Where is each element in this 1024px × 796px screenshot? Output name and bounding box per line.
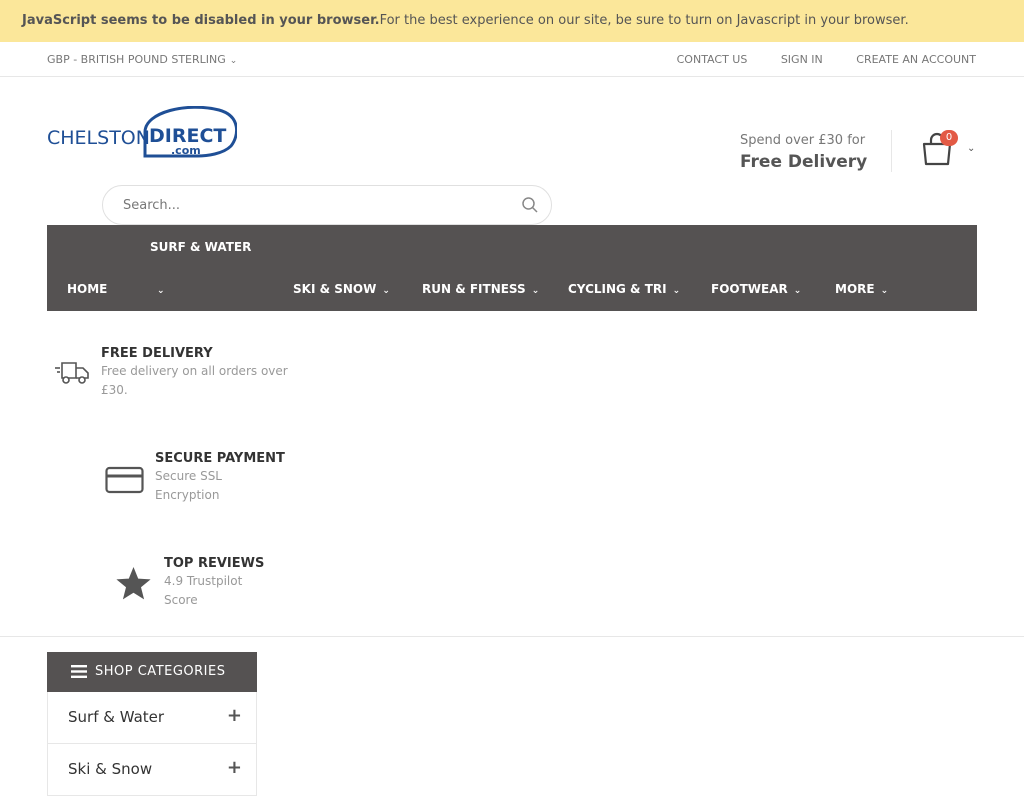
chevron-down-icon: ⌄ xyxy=(382,286,390,296)
top-bar: GBP - BRITISH POUND STERLING ⌄ CONTACT US… xyxy=(0,42,1024,77)
account-links: CONTACT US SIGN IN CREATE AN ACCOUNT xyxy=(647,53,976,66)
notice-text: For the best experience on our site, be … xyxy=(379,13,909,28)
star-icon xyxy=(116,567,151,600)
main-navigation: SURF & WATER HOME ⌄ SKI & SNOW ⌄ RUN & FI… xyxy=(47,225,977,311)
chevron-down-icon: ⌄ xyxy=(229,56,238,66)
chevron-down-icon[interactable]: ⌄ xyxy=(967,143,975,154)
chevron-down-icon: ⌄ xyxy=(880,286,889,296)
feature-description: Encryption xyxy=(155,488,220,502)
feature-free-delivery: FREE DELIVERY Free delivery on all order… xyxy=(101,346,291,400)
nav-item-footwear[interactable]: FOOTWEAR ⌄ xyxy=(711,282,801,296)
nav-item-more[interactable]: MORE ⌄ xyxy=(835,282,888,296)
create-account-link[interactable]: CREATE AN ACCOUNT xyxy=(856,53,976,66)
nav-item-home[interactable]: HOME xyxy=(67,282,107,296)
nav-label-more: MORE xyxy=(835,282,875,296)
cart-count-badge: 0 xyxy=(940,130,958,146)
contact-us-link[interactable]: CONTACT US xyxy=(677,53,748,66)
category-item-ski-snow[interactable]: Ski & Snow + xyxy=(47,744,257,796)
free-delivery-promo: Spend over £30 for Free Delivery xyxy=(740,133,867,172)
search-input[interactable] xyxy=(123,195,503,215)
promo-line-1: Spend over £30 for xyxy=(740,133,866,148)
feature-description: 4.9 Trustpilot xyxy=(164,574,243,588)
feature-top-reviews: TOP REVIEWS 4.9 Trustpilot Score xyxy=(164,556,294,610)
promo-line-2: Free Delivery xyxy=(740,152,868,172)
chevron-down-icon: ⌄ xyxy=(531,286,540,296)
nav-label-footwear: FOOTWEAR xyxy=(711,282,788,296)
category-label: Ski & Snow xyxy=(68,760,153,778)
category-item-surf-water[interactable]: Surf & Water + xyxy=(47,692,257,744)
logo-text-chelston: CHELSTON xyxy=(47,127,150,149)
shop-categories-title: SHOP CATEGORIES xyxy=(95,664,226,679)
logo-text-com: .com xyxy=(171,144,201,157)
nav-item-ski-snow[interactable]: SKI & SNOW ⌄ xyxy=(293,282,390,296)
nav-label-ski-snow: SKI & SNOW xyxy=(293,282,377,296)
nav-item-cycling-tri[interactable]: CYCLING & TRI ⌄ xyxy=(568,282,680,296)
feature-description: Free delivery on all orders over xyxy=(101,364,288,378)
credit-card-icon xyxy=(105,466,144,494)
header-divider xyxy=(891,130,892,172)
chevron-down-icon: ⌄ xyxy=(672,286,681,296)
feature-secure-payment: SECURE PAYMENT Secure SSL Encryption xyxy=(155,451,295,505)
nav-item-run-fitness[interactable]: RUN & FITNESS ⌄ xyxy=(422,282,539,296)
feature-title: TOP REVIEWS xyxy=(164,556,265,571)
notice-bold-text: JavaScript seems to be disabled in your … xyxy=(22,13,380,28)
nav-label-cycling-tri: CYCLING & TRI xyxy=(568,282,667,296)
menu-icon xyxy=(71,665,87,678)
feature-description: Secure SSL xyxy=(155,469,222,483)
nav-label-run-fitness: RUN & FITNESS xyxy=(422,282,526,296)
delivery-truck-icon xyxy=(55,362,89,384)
feature-title: SECURE PAYMENT xyxy=(155,451,285,466)
sign-in-link[interactable]: SIGN IN xyxy=(781,53,823,66)
javascript-disabled-notice: JavaScript seems to be disabled in your … xyxy=(0,0,1024,42)
section-divider xyxy=(0,636,1024,637)
feature-description: Score xyxy=(164,593,198,607)
category-label: Surf & Water xyxy=(68,708,165,726)
plus-icon[interactable]: + xyxy=(227,705,242,726)
currency-switcher[interactable]: GBP - BRITISH POUND STERLING ⌄ xyxy=(47,53,237,66)
feature-title: FREE DELIVERY xyxy=(101,346,213,361)
shop-categories-header[interactable]: SHOP CATEGORIES xyxy=(47,652,257,692)
chevron-down-icon: ⌄ xyxy=(793,286,802,296)
feature-description: £30. xyxy=(101,383,128,397)
search-icon[interactable] xyxy=(521,196,539,214)
currency-label: GBP - BRITISH POUND STERLING xyxy=(47,53,226,66)
chevron-down-icon[interactable]: ⌄ xyxy=(157,282,165,296)
nav-item-surf-water[interactable]: SURF & WATER xyxy=(150,240,251,254)
search-box xyxy=(102,185,552,225)
site-logo[interactable]: CHELSTON DIRECT .com xyxy=(47,106,237,158)
